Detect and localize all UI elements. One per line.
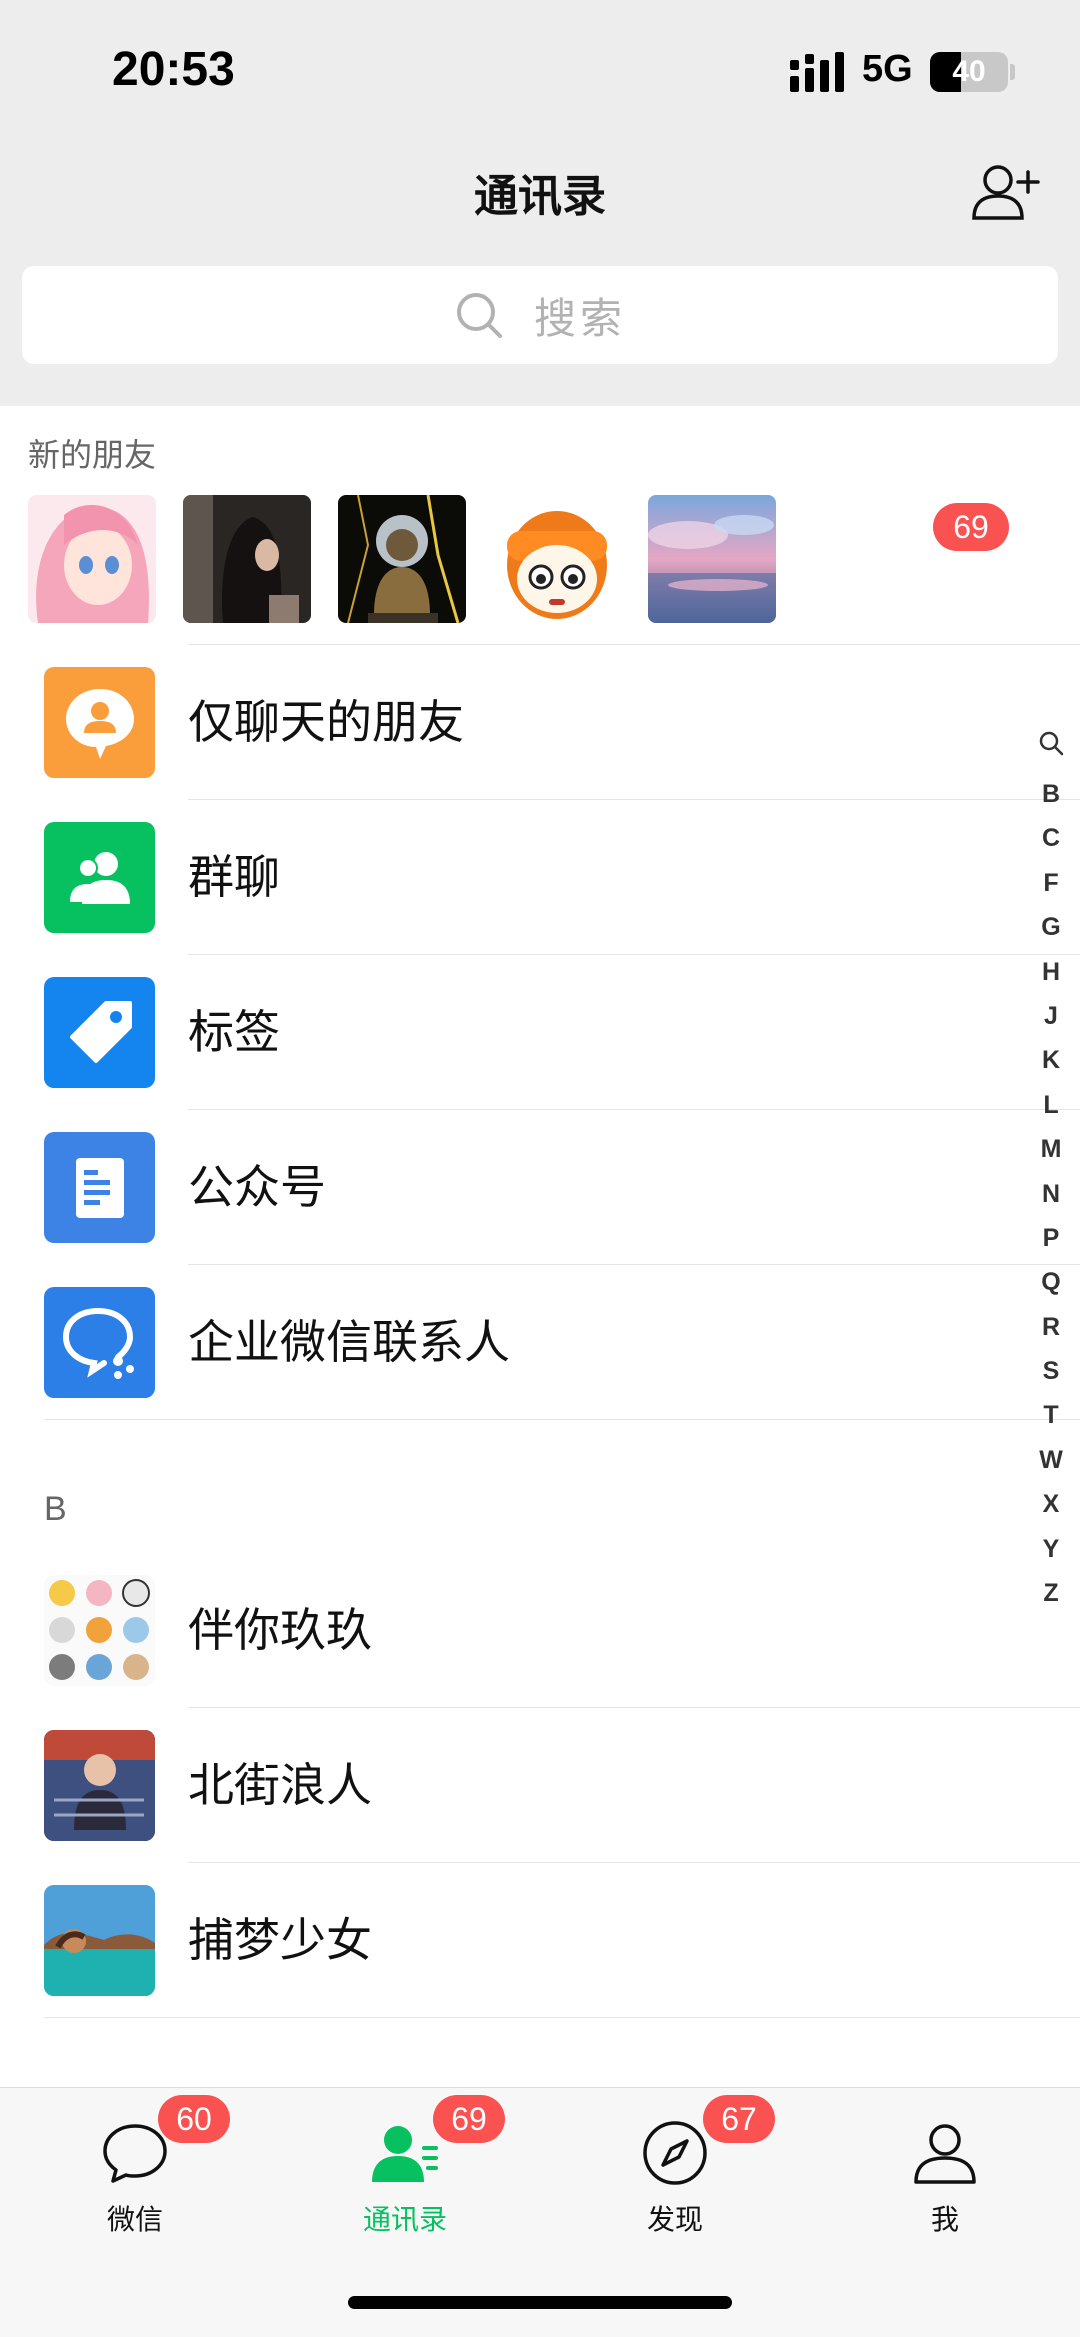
index-letter[interactable]: H	[1042, 950, 1060, 994]
tab-badge: 69	[433, 2095, 505, 2143]
index-letter[interactable]: R	[1042, 1305, 1060, 1349]
status-bar: 20:53 5G 40	[0, 0, 1080, 132]
index-letter[interactable]: T	[1043, 1393, 1058, 1437]
contact-avatar	[44, 1575, 155, 1686]
index-search-icon[interactable]	[1038, 730, 1064, 756]
tab-me[interactable]: 我	[810, 2088, 1080, 2258]
new-friends-label: 新的朋友	[28, 436, 157, 474]
index-letter[interactable]: C	[1042, 816, 1060, 860]
divider	[44, 2017, 1080, 2018]
contact-row[interactable]: 伴你玖玖	[0, 1553, 1080, 1708]
signal-strength-icon	[790, 52, 844, 92]
index-letter[interactable]: P	[1043, 1216, 1060, 1260]
battery-level: 40	[952, 55, 986, 88]
index-letter[interactable]: W	[1039, 1438, 1063, 1482]
index-letter[interactable]: F	[1043, 861, 1058, 905]
list-item-chat-only-friends[interactable]: 仅聊天的朋友	[0, 645, 1080, 800]
index-letter[interactable]: Q	[1041, 1260, 1060, 1304]
add-friend-icon[interactable]	[970, 160, 1042, 224]
tab-label: 发现	[646, 2203, 703, 2236]
list-item-label: 企业微信联系人	[188, 1315, 510, 1369]
list-item-wecom-contacts[interactable]: 企业微信联系人	[0, 1265, 1080, 1420]
network-type: 5G	[862, 48, 913, 90]
index-letter[interactable]: Y	[1043, 1527, 1060, 1571]
contact-avatar	[44, 1885, 155, 1996]
contact-name: 北街浪人	[188, 1758, 372, 1812]
list-item-label: 仅聊天的朋友	[188, 695, 464, 749]
new-friend-avatar[interactable]	[28, 495, 156, 623]
index-letter[interactable]: B	[1042, 772, 1060, 816]
list-item-official-accounts[interactable]: 公众号	[0, 1110, 1080, 1265]
list-item-tags[interactable]: 标签	[0, 955, 1080, 1110]
wecom-contacts-icon	[44, 1287, 155, 1398]
status-time: 20:53	[112, 43, 235, 96]
alphabet-index[interactable]: B C F G H J K L M N P Q R S T W X Y Z	[1036, 730, 1066, 1615]
compass-icon	[643, 2121, 707, 2185]
tab-label: 微信	[106, 2203, 163, 2236]
tab-label: 我	[930, 2203, 959, 2236]
index-letter[interactable]: X	[1043, 1482, 1060, 1526]
contacts-icon	[372, 2126, 438, 2182]
search-bar[interactable]: 搜索	[22, 266, 1058, 364]
group-chat-icon	[44, 822, 155, 933]
tab-chats[interactable]: 微信 60	[0, 2088, 270, 2258]
chat-only-friends-icon	[44, 667, 155, 778]
official-account-icon	[44, 1132, 155, 1243]
index-letter[interactable]: J	[1044, 994, 1058, 1038]
new-friend-avatar[interactable]	[338, 495, 466, 623]
tag-icon	[44, 977, 155, 1088]
list-item-group-chats[interactable]: 群聊	[0, 800, 1080, 955]
battery-icon: 40	[930, 52, 1008, 92]
tab-badge: 60	[158, 2095, 230, 2143]
search-icon	[456, 293, 502, 338]
new-friend-avatar[interactable]	[493, 495, 621, 623]
battery-tip	[1010, 64, 1015, 80]
tab-contacts[interactable]: 通讯录 69	[270, 2088, 540, 2258]
index-letter[interactable]: M	[1041, 1127, 1062, 1171]
list-item-label: 标签	[188, 1005, 280, 1059]
contact-name: 伴你玖玖	[188, 1603, 372, 1657]
new-friend-avatar[interactable]	[183, 495, 311, 623]
list-item-label: 群聊	[188, 850, 280, 904]
list-item-label: 公众号	[188, 1160, 326, 1214]
section-header-b: B	[44, 1490, 67, 1528]
index-letter[interactable]: L	[1043, 1083, 1058, 1127]
tab-discover[interactable]: 发现 67	[540, 2088, 810, 2258]
index-letter[interactable]: G	[1041, 905, 1060, 949]
home-indicator	[348, 2296, 732, 2309]
person-icon	[914, 2124, 976, 2184]
search-placeholder: 搜索	[533, 293, 626, 343]
index-letter[interactable]: K	[1042, 1038, 1060, 1082]
index-letter[interactable]: S	[1043, 1349, 1060, 1393]
divider	[44, 1419, 1080, 1420]
index-letter[interactable]: Z	[1043, 1571, 1058, 1615]
contact-row[interactable]: 捕梦少女	[0, 1863, 1080, 2018]
page-title: 通讯录	[474, 171, 606, 222]
contact-avatar	[44, 1730, 155, 1841]
tab-label: 通讯录	[362, 2203, 447, 2236]
top-area: 20:53 5G 40 通讯录 搜索	[0, 0, 1080, 406]
new-friend-avatar[interactable]	[648, 495, 776, 623]
tab-badge: 67	[703, 2095, 775, 2143]
new-friends-badge: 69	[933, 503, 1009, 551]
index-letter[interactable]: N	[1042, 1172, 1060, 1216]
contact-name: 捕梦少女	[188, 1913, 372, 1967]
contact-row[interactable]: 北街浪人	[0, 1708, 1080, 1863]
